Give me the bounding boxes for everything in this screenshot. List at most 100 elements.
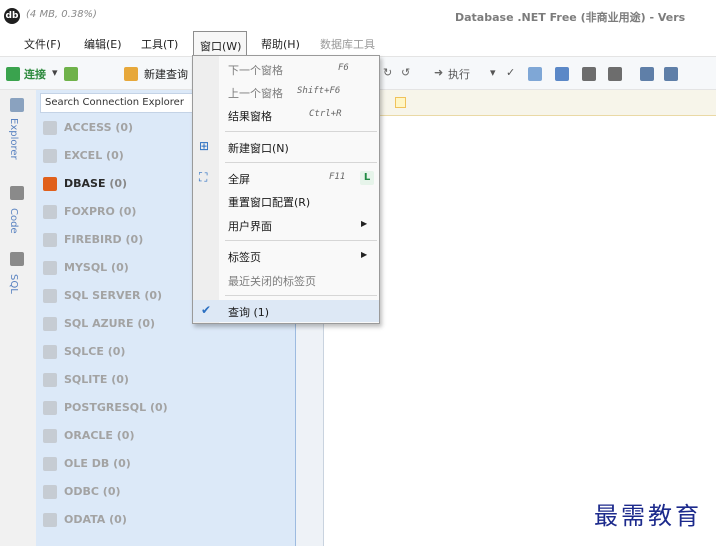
menu-item-user-interface[interactable]: 用户界面 ▶ (193, 214, 379, 236)
menu-item-label: 结果窗格 (228, 110, 272, 123)
menu-item-label: 上一个窗格 (228, 87, 283, 100)
menu-edit[interactable]: 编辑(E) (84, 36, 122, 52)
connect-button[interactable]: 连接 (24, 66, 46, 82)
list-item[interactable]: ODBC (0) (40, 479, 292, 505)
sqlce-icon (43, 345, 57, 359)
menu-item-next-pane[interactable]: 下一个窗格 F6 (193, 58, 379, 80)
firebird-icon (43, 233, 57, 247)
postgresql-icon (43, 401, 57, 415)
sql-server-icon (43, 289, 57, 303)
menu-help[interactable]: 帮助(H) (261, 36, 300, 52)
connection-count: (0) (113, 457, 131, 470)
menu-item-result-pane[interactable]: 结果窗格 Ctrl+R (193, 104, 379, 126)
connection-name: FIREBIRD (64, 233, 122, 246)
list-item[interactable]: ODATA (0) (40, 507, 292, 533)
connection-count: (0) (118, 205, 137, 218)
new-query-button[interactable]: 新建查询 (144, 66, 188, 82)
menu-item-query-tab[interactable]: ✔ 查询 (1) (193, 300, 379, 322)
connection-name: MYSQL (64, 261, 108, 274)
menu-item-shortcut: Shift+F6 (297, 86, 341, 96)
memory-usage: (4 MB, 0.38%) (26, 9, 97, 20)
outdent-icon[interactable] (664, 67, 678, 81)
connection-name: SQLCE (64, 345, 104, 358)
odata-icon (43, 513, 57, 527)
connection-name: EXCEL (64, 149, 103, 162)
connection-name: SQL AZURE (64, 317, 134, 330)
foxpro-icon (43, 205, 57, 219)
connection-name: FOXPRO (64, 205, 115, 218)
list-item[interactable]: SQLCE (0) (40, 339, 292, 365)
connection-count: (0) (109, 177, 128, 190)
oledb-icon (43, 457, 57, 471)
menu-item-shortcut: F11 (329, 172, 346, 182)
menu-item-fullscreen[interactable]: ⛶ 全屏 F11 (193, 167, 379, 189)
submenu-arrow-icon: ▶ (361, 250, 368, 259)
grid-icon[interactable] (528, 67, 542, 81)
indent-icon[interactable] (640, 67, 654, 81)
list-item[interactable]: POSTGRESQL (0) (40, 395, 292, 421)
mysql-icon (43, 261, 57, 275)
connection-name: POSTGRESQL (64, 401, 147, 414)
query-tab-icon[interactable] (395, 97, 406, 108)
submenu-arrow-icon: ▶ (361, 219, 368, 228)
menu-window[interactable]: 窗口(W) (200, 38, 241, 54)
new-query-icon (124, 67, 138, 81)
connection-count: (0) (149, 401, 168, 414)
list-item[interactable]: SQLITE (0) (40, 367, 292, 393)
connection-count: (0) (102, 485, 121, 498)
sqlite-icon (43, 373, 57, 387)
menu-db-tools[interactable]: 数据库工具 (320, 36, 375, 52)
menu-item-label: 新建窗口(N) (228, 142, 289, 155)
document-area[interactable] (324, 90, 716, 546)
check-icon[interactable]: ✓ (506, 66, 515, 79)
side-strip: Explorer Code SQL (0, 90, 36, 546)
refresh-icon[interactable] (64, 67, 78, 81)
menu-separator (225, 131, 377, 132)
menu-item-label: 下一个窗格 (228, 64, 283, 77)
menu-item-reset-layout[interactable]: 重置窗口配置(R) (193, 190, 379, 212)
menu-item-label: 用户界面 (228, 220, 272, 233)
connection-count: (0) (111, 261, 129, 274)
connection-count: (0) (125, 233, 144, 246)
chevron-down-icon[interactable]: ▾ (490, 66, 496, 79)
connection-count: (0) (115, 121, 134, 134)
execute-button[interactable]: 执行 (448, 66, 470, 82)
menu-item-label: 最近关闭的标签页 (228, 275, 316, 288)
redo-icon[interactable]: ↻ (383, 66, 392, 79)
connection-name: SQLITE (64, 373, 108, 386)
dbase-icon (43, 177, 57, 191)
fullscreen-icon: ⛶ (199, 170, 208, 184)
menu-item-new-window[interactable]: ⊞ 新建窗口(N) (193, 136, 379, 158)
shortcut-badge: L (360, 171, 374, 185)
checkmark-icon: ✔ (201, 303, 212, 317)
tab-code[interactable]: Code (8, 208, 19, 234)
database-icon (10, 98, 24, 112)
connection-count: (0) (116, 429, 135, 442)
menu-window-open[interactable]: 窗口(W) (193, 31, 247, 56)
menu-tools[interactable]: 工具(T) (141, 36, 178, 52)
chevron-down-icon[interactable]: ▾ (52, 66, 58, 79)
connection-name: SQL SERVER (64, 289, 141, 302)
menu-item-prev-pane[interactable]: 上一个窗格 Shift+F6 (193, 81, 379, 103)
connection-count: (0) (137, 317, 156, 330)
watermark-text: 最需教育 (594, 502, 702, 530)
execute-arrow-icon: ➜ (434, 66, 444, 79)
window-title: Database .NET Free (非商业用途) - Vers (455, 11, 686, 24)
import-icon[interactable] (608, 67, 622, 81)
excel-icon (43, 149, 57, 163)
table-icon[interactable] (555, 67, 569, 81)
oracle-icon (43, 429, 57, 443)
tab-explorer[interactable]: Explorer (8, 118, 19, 160)
tab-sql[interactable]: SQL (8, 274, 19, 294)
list-item[interactable]: ORACLE (0) (40, 423, 292, 449)
undo-icon[interactable]: ↺ (401, 66, 410, 79)
connection-name: DBASE (64, 177, 106, 190)
menu-file[interactable]: 文件(F) (24, 36, 61, 52)
connect-icon (6, 67, 20, 81)
sql-icon (10, 252, 24, 266)
list-item[interactable]: OLE DB (0) (40, 451, 292, 477)
menu-item-recent-closed-tabs[interactable]: 最近关闭的标签页 (193, 269, 379, 291)
export-icon[interactable] (582, 67, 596, 81)
connection-count: (0) (144, 289, 163, 302)
menu-item-tabs[interactable]: 标签页 ▶ (193, 245, 379, 267)
